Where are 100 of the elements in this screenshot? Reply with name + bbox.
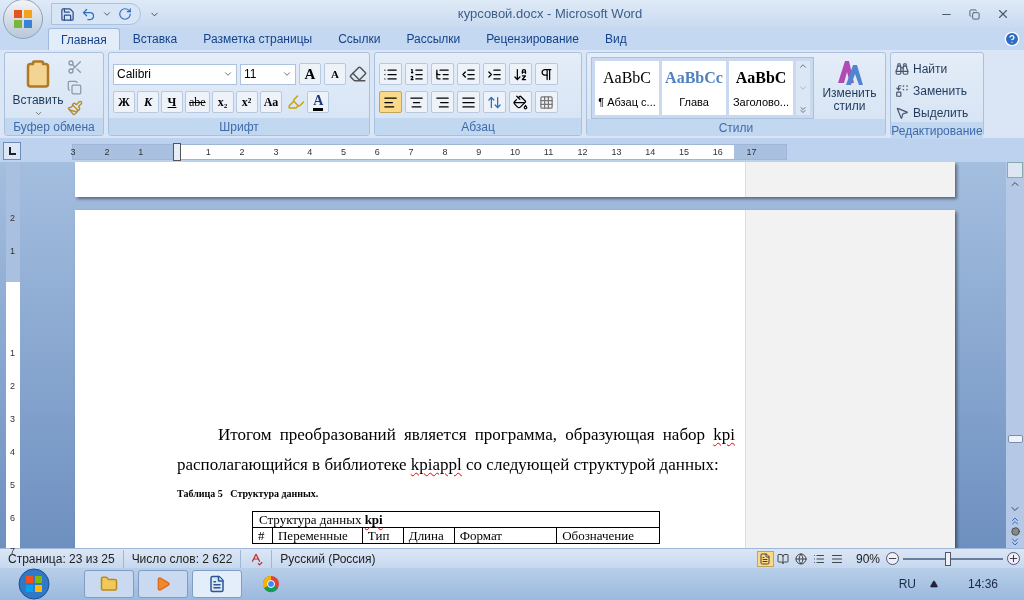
browse-object-icon[interactable] [1010, 527, 1020, 536]
shading-button[interactable] [509, 91, 532, 113]
document-icon [208, 575, 226, 593]
zoom-in-icon[interactable] [1007, 552, 1020, 565]
editing-button[interactable]: Выделить [895, 103, 969, 122]
style-item[interactable]: AaBbCc Глава [662, 61, 726, 115]
scrollbar[interactable] [1006, 162, 1024, 548]
caret-icon [33, 109, 43, 118]
zoom-level[interactable]: 90% [855, 549, 880, 568]
previous-page-icon[interactable] [1009, 515, 1021, 527]
line-spacing-button[interactable] [483, 91, 506, 113]
caret-icon[interactable] [102, 9, 112, 19]
reading-view-icon [777, 552, 790, 565]
undo-icon[interactable] [81, 6, 96, 22]
pointer-icon [895, 105, 909, 120]
font-color-button[interactable]: A [307, 91, 330, 113]
ribbon-tab[interactable]: Вставка [119, 28, 191, 50]
taskbar-app[interactable] [192, 570, 242, 598]
scroll-up-icon [798, 61, 808, 71]
caret-icon [282, 69, 292, 79]
ruler-number: 5 [10, 479, 15, 492]
font-size-field[interactable]: 11 [240, 63, 296, 85]
line-spacing-icon [487, 94, 502, 110]
format-button[interactable]: x₂ [211, 91, 234, 113]
ruler-number: 2 [10, 212, 15, 225]
zoom-slider[interactable] [900, 550, 1006, 567]
clock[interactable]: 14:36 [967, 575, 998, 593]
ruler-number: 3 [70, 146, 76, 158]
ruler-number: 1 [205, 146, 211, 158]
increase-indent-button[interactable] [483, 63, 506, 85]
editing-button[interactable]: Найти [895, 59, 969, 78]
style-item[interactable]: AaBbC ¶ Абзац с... [595, 61, 659, 115]
ruler-number: 11 [543, 146, 554, 158]
outline-view-icon [813, 552, 826, 565]
tray-arrow-icon[interactable] [929, 580, 938, 588]
format-button[interactable]: К [137, 91, 159, 113]
ribbon-tab[interactable]: Рассылки [393, 28, 474, 50]
align-button[interactable] [431, 91, 454, 113]
restore-icon[interactable] [969, 8, 980, 20]
editing-button[interactable]: Заменить [895, 81, 969, 100]
format-button[interactable]: Ч [161, 91, 183, 113]
format-button[interactable]: Ж [113, 91, 135, 113]
ruler-number: 3 [10, 413, 15, 426]
ribbon-tab[interactable]: Разметка страницы [190, 28, 326, 50]
grow-font-button[interactable]: A [299, 63, 321, 85]
change-styles-button[interactable]: Изменить стили [818, 57, 881, 119]
ruler-number: 14 [645, 146, 656, 158]
language-indicator[interactable]: Русский (Россия) [271, 549, 384, 568]
ribbon-tab[interactable]: Вид [591, 28, 640, 50]
ribbon-tab[interactable]: Главная [48, 28, 120, 50]
zoom-out-icon[interactable] [886, 552, 899, 565]
multilevel-button[interactable] [431, 63, 454, 85]
numbering-button[interactable] [405, 63, 428, 85]
view-button[interactable] [792, 550, 810, 567]
window-title: курсовой.docx - Microsoft Word [457, 5, 643, 24]
zoom-thumb[interactable] [945, 551, 951, 566]
caret-icon [223, 69, 233, 79]
style-item[interactable]: AaBbC Заголово... [729, 61, 793, 115]
input-language[interactable]: RU [898, 575, 916, 593]
sort-icon [513, 66, 528, 82]
paste-button[interactable]: Вставить [9, 57, 67, 118]
expand-icon [798, 105, 808, 115]
view-button[interactable] [756, 550, 774, 567]
word-count[interactable]: Число слов: 2 622 [123, 549, 242, 568]
bullets-button[interactable] [379, 63, 402, 85]
save-icon[interactable] [60, 6, 75, 22]
next-page-icon[interactable] [1009, 536, 1021, 548]
format-button[interactable]: Aa [259, 91, 283, 113]
spellcheck-icon[interactable] [249, 551, 264, 566]
ruler-number: 4 [307, 146, 313, 158]
sort-button[interactable] [509, 63, 532, 85]
ruler-number: 9 [476, 146, 482, 158]
align-button[interactable] [405, 91, 428, 113]
close-icon[interactable] [996, 7, 1010, 21]
format-button[interactable]: x² [235, 91, 258, 113]
format-button[interactable]: abe [185, 91, 210, 113]
redo-icon[interactable] [118, 7, 132, 21]
scroll-thumb[interactable] [1007, 435, 1023, 443]
clear-format-icon[interactable] [349, 65, 367, 83]
font-name-field[interactable]: Calibri [113, 63, 237, 85]
indent-marker[interactable] [173, 143, 181, 161]
decrease-indent-button[interactable] [457, 63, 480, 85]
align-button[interactable] [379, 91, 402, 113]
format-painter-icon[interactable] [67, 100, 83, 116]
help-icon[interactable] [1004, 31, 1020, 47]
ribbon-tab[interactable]: Рецензирование [473, 28, 592, 50]
ribbon-tab[interactable]: Ссылки [325, 28, 394, 50]
group-label: Буфер обмена [13, 118, 95, 136]
tab-selector[interactable] [3, 142, 21, 160]
ruler-number: 3 [273, 146, 279, 158]
group-label: Стили [718, 119, 754, 137]
group-label: Шрифт [219, 118, 259, 136]
align-button[interactable] [457, 91, 480, 113]
borders-button[interactable] [535, 91, 558, 113]
shrink-font-button[interactable]: A [324, 63, 346, 85]
group-label: Абзац [461, 118, 495, 136]
pilcrow-button[interactable] [535, 63, 558, 85]
align-icon [383, 94, 398, 110]
align-icon [435, 94, 450, 110]
replace-icon [895, 83, 909, 98]
